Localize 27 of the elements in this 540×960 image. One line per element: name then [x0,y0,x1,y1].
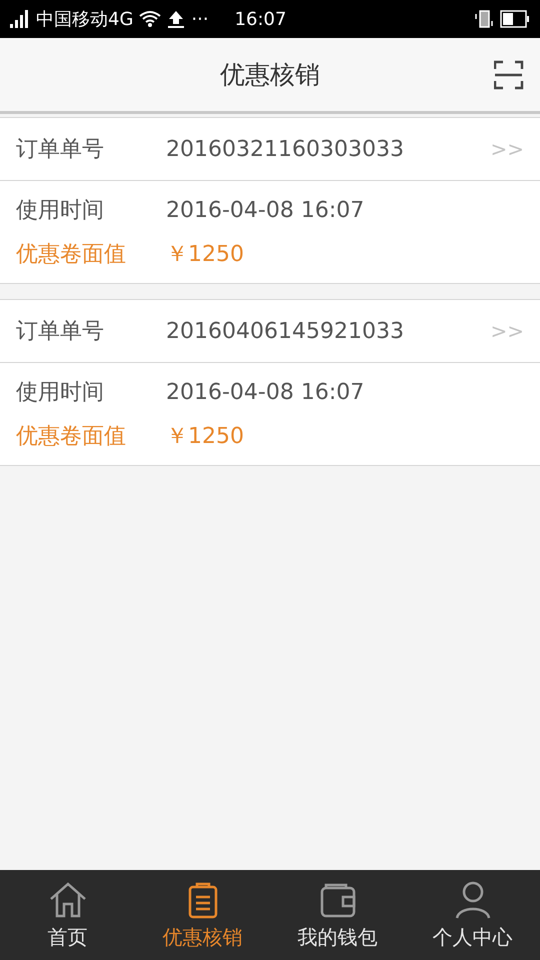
value-label: 优惠卷面值 [16,423,127,451]
coupon-value: ￥1250 [166,241,244,269]
tab-item[interactable]: 个人中心 [405,870,540,960]
order-label: 订单单号 [16,318,105,346]
wifi-icon [139,10,162,28]
use-time: 2016-04-08 16:07 [166,380,364,404]
tab-item[interactable]: 优惠核销 [135,870,270,960]
time-label: 使用时间 [16,379,105,407]
value-label: 优惠卷面值 [16,241,127,269]
carrier-text: 中国移动4G [36,8,134,31]
home-icon [48,880,88,920]
order-label: 订单单号 [16,136,105,164]
time-label: 使用时间 [16,197,105,225]
vibrate-icon [474,9,494,29]
use-time: 2016-04-08 16:07 [166,198,364,222]
upload-icon [167,10,186,28]
order-number: 20160406145921033 [166,318,404,344]
coupon-value: ￥1250 [166,423,244,451]
clock-text: 16:07 [234,8,286,30]
tab-item[interactable]: 首页 [0,870,135,960]
scan-icon[interactable] [494,60,524,90]
battery-icon [500,10,530,28]
tab-item[interactable]: 我的钱包 [270,870,405,960]
more-dots: ··· [191,8,209,30]
order-number: 20160321160303033 [166,136,404,162]
signal-icon [10,10,30,28]
page-title: 优惠核销 [220,59,320,91]
